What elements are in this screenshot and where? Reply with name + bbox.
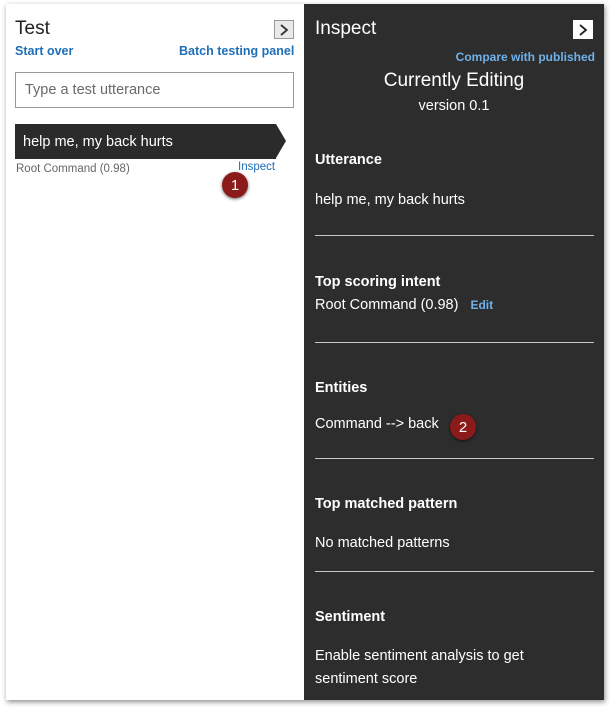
test-utterance-item[interactable]: help me, my back hurts [15,124,276,159]
section-divider [315,235,594,236]
currently-editing-title: Currently Editing [383,70,525,91]
callout-badge-1: 1 [222,172,248,198]
test-panel: Test Start over Batch testing panel help… [6,4,304,700]
section-divider [315,571,594,572]
sentiment-heading: Sentiment [315,609,386,625]
entities-value: Command --> back [315,416,439,432]
screenshot-frame: Test Start over Batch testing panel help… [6,4,604,700]
chevron-right-icon [280,23,289,36]
sentiment-value: Enable sentiment analysis to get sentime… [315,648,524,687]
entities-heading: Entities [315,380,368,396]
test-utterance-input[interactable] [15,72,294,108]
test-result-score: Root Command (0.98) [16,163,130,175]
inspect-panel-expand-button[interactable] [573,20,593,39]
compare-with-published-link[interactable]: Compare with published [456,50,595,64]
inspect-panel: Inspect Compare with published Currently… [304,4,604,700]
chevron-right-icon [579,23,588,36]
section-divider [315,458,594,459]
selected-indicator-arrow [276,124,286,158]
version-label: version 0.1 [418,98,490,114]
batch-testing-panel-link[interactable]: Batch testing panel [179,44,294,58]
test-panel-expand-button[interactable] [274,20,294,39]
edit-intent-link[interactable]: Edit [470,298,493,312]
inspect-panel-title: Inspect [315,18,377,39]
section-divider [315,342,594,343]
utterance-value: help me, my back hurts [315,192,465,208]
callout-badge-2: 2 [450,414,476,440]
top-pattern-heading: Top matched pattern [315,496,458,512]
test-panel-title: Test [15,18,50,39]
top-intent-value: Root Command (0.98) [315,297,459,313]
start-over-link[interactable]: Start over [15,44,73,58]
inspect-link[interactable]: Inspect [238,161,275,173]
top-intent-heading: Top scoring intent [315,274,441,290]
top-pattern-value: No matched patterns [315,535,450,551]
utterance-heading: Utterance [315,152,382,168]
top-intent-row: Root Command (0.98) Edit [315,294,493,317]
